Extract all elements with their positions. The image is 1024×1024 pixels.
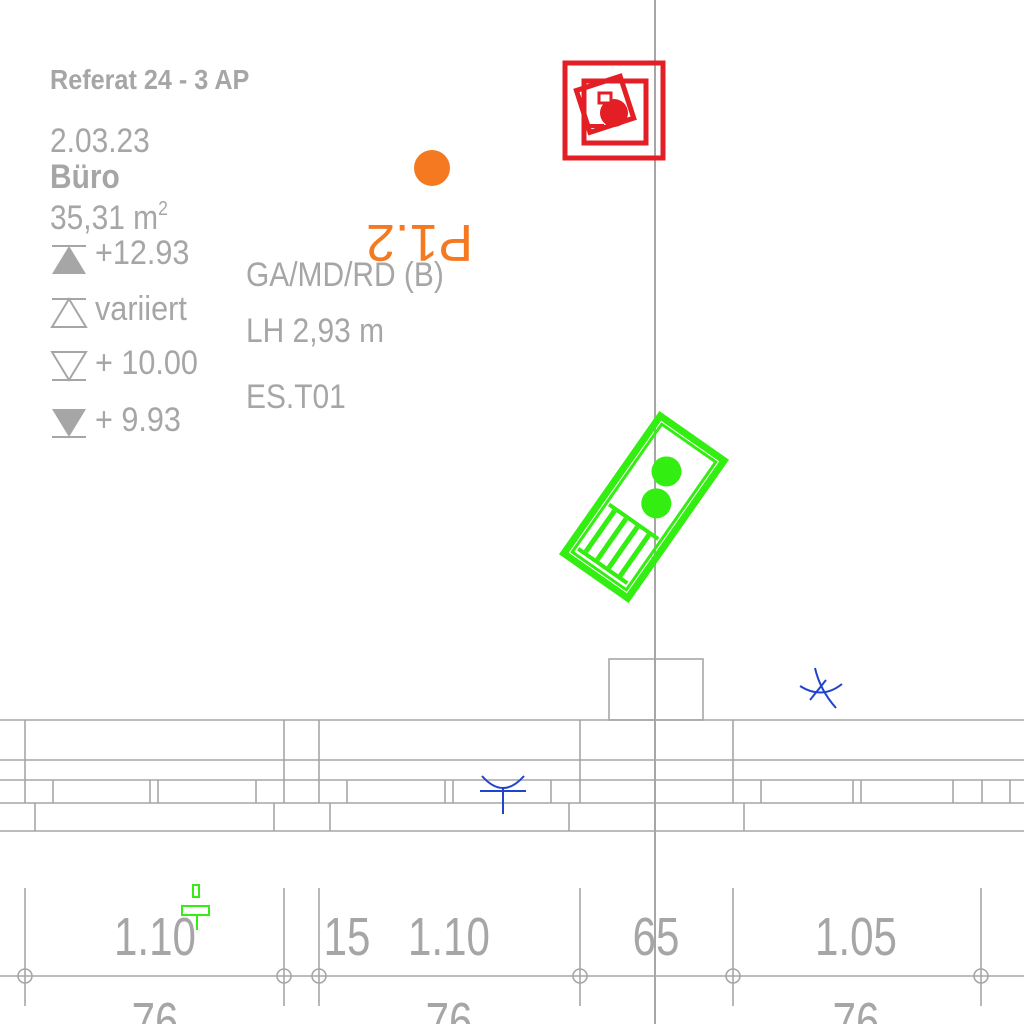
room-area-value: 35,31 m	[50, 199, 159, 237]
point-label: P1.2	[366, 213, 473, 271]
level-raw-icon	[52, 409, 86, 437]
floor-plan-drawing	[0, 0, 1024, 1024]
room-use: Büro	[50, 158, 120, 196]
room-title: Referat 24 - 3 AP	[50, 64, 250, 95]
level-top-icon	[52, 246, 86, 274]
level-floor-value: + 10.00	[95, 344, 198, 382]
dimension-label: 1.05	[815, 907, 897, 967]
floor-plan-canvas: Referat 24 - 3 AP 2.03.23 Büro 35,31 m2 …	[0, 0, 1024, 1024]
dimension-label-lower: 76	[131, 992, 179, 1024]
orange-point-icon	[414, 150, 450, 186]
dimension-label-lower: 76	[832, 992, 880, 1024]
dimension-label: 1.10	[408, 907, 490, 967]
room-area: 35,31 m2	[50, 199, 168, 235]
dimension-label: 15	[323, 907, 371, 967]
level-raw-value: + 9.93	[95, 401, 181, 439]
level-ceiling-value: variiert	[95, 290, 187, 328]
clear-height: LH 2,93 m	[246, 312, 385, 350]
level-ceiling-icon	[50, 297, 88, 328]
room-date: 2.03.23	[50, 122, 150, 160]
socket-code: ES.T01	[246, 378, 346, 416]
facade-band	[0, 658, 1024, 832]
lamp-icon	[480, 775, 526, 814]
level-top-value: +12.93	[95, 234, 190, 272]
level-floor-icon	[50, 351, 88, 382]
sensor-icon	[799, 667, 843, 709]
dimension-label-lower: 76	[425, 992, 473, 1024]
room-area-exponent: 2	[158, 198, 168, 220]
dimension-label: 65	[632, 907, 680, 967]
fire-alarm-icon	[562, 60, 666, 161]
level-symbols	[50, 245, 88, 438]
dimension-label: 1.10	[114, 907, 196, 967]
floor-box-icon	[558, 410, 730, 604]
